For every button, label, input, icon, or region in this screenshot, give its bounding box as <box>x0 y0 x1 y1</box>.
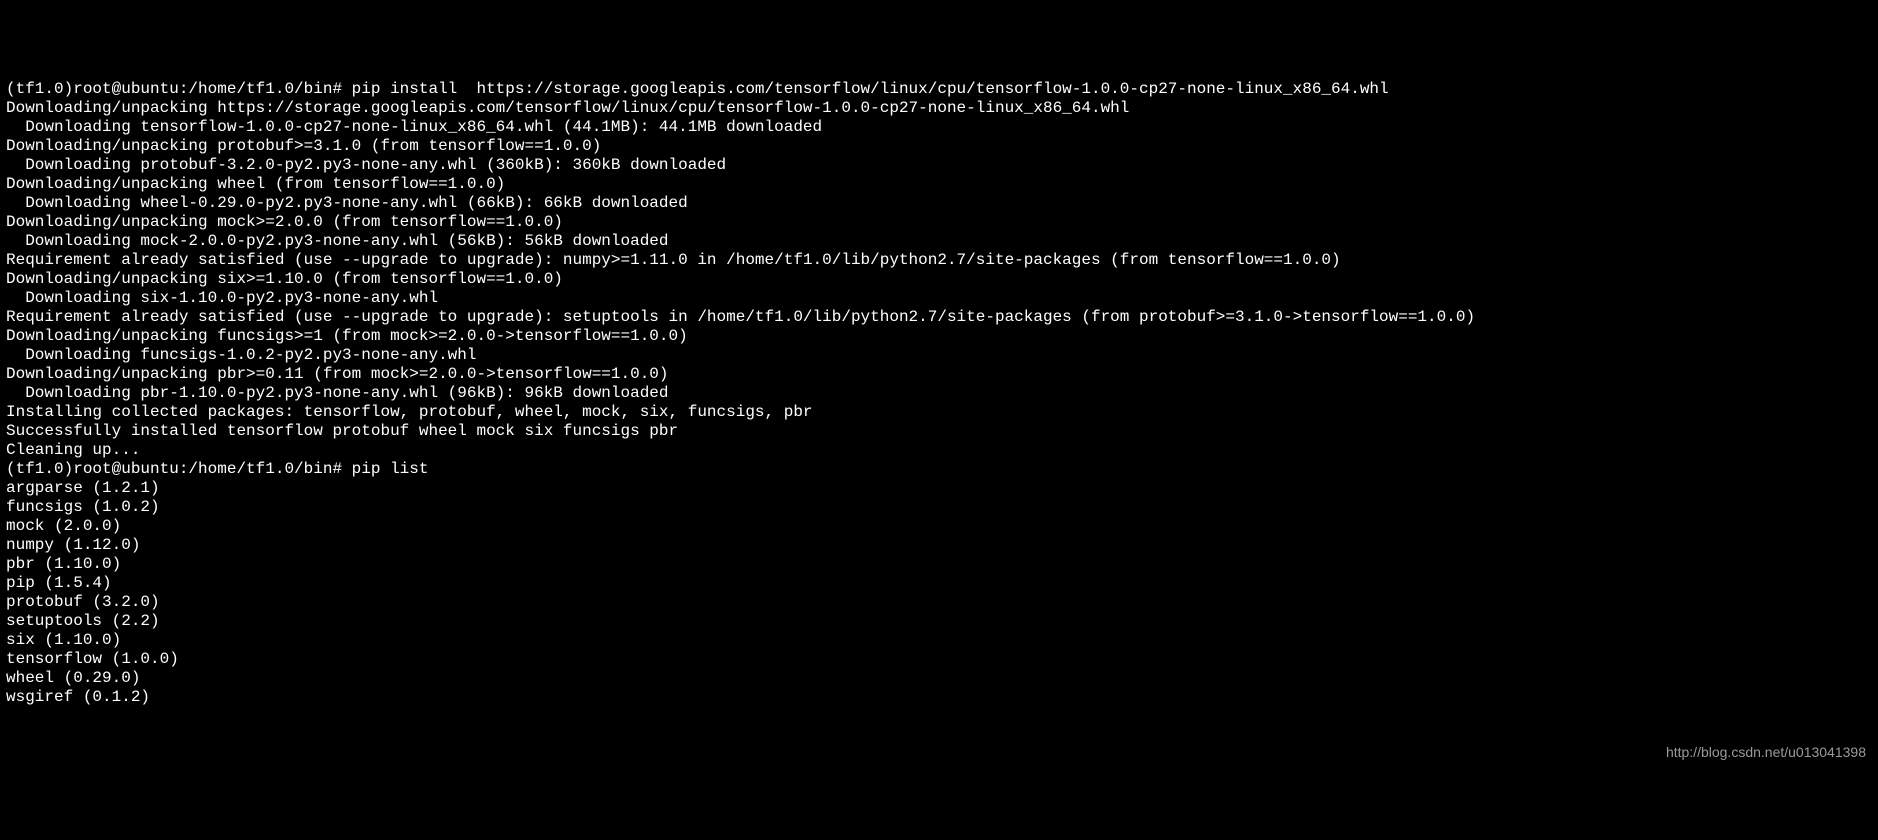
terminal-line: Downloading/unpacking wheel (from tensor… <box>6 175 1872 194</box>
terminal-line: setuptools (2.2) <box>6 612 1872 631</box>
terminal-line: Downloading mock-2.0.0-py2.py3-none-any.… <box>6 232 1872 251</box>
terminal-line: mock (2.0.0) <box>6 517 1872 536</box>
terminal-line: Downloading/unpacking protobuf>=3.1.0 (f… <box>6 137 1872 156</box>
terminal-line: numpy (1.12.0) <box>6 536 1872 555</box>
terminal-line: Downloading funcsigs-1.0.2-py2.py3-none-… <box>6 346 1872 365</box>
terminal-line: Downloading tensorflow-1.0.0-cp27-none-l… <box>6 118 1872 137</box>
terminal-line: funcsigs (1.0.2) <box>6 498 1872 517</box>
terminal-line: Successfully installed tensorflow protob… <box>6 422 1872 441</box>
terminal-line: Requirement already satisfied (use --upg… <box>6 251 1872 270</box>
terminal-line: Downloading protobuf-3.2.0-py2.py3-none-… <box>6 156 1872 175</box>
terminal-line: wheel (0.29.0) <box>6 669 1872 688</box>
terminal-line: pbr (1.10.0) <box>6 555 1872 574</box>
terminal-line: Cleaning up... <box>6 441 1872 460</box>
terminal-line: Downloading/unpacking https://storage.go… <box>6 99 1872 118</box>
terminal-line: (tf1.0)root@ubuntu:/home/tf1.0/bin# pip … <box>6 80 1872 99</box>
terminal-line: wsgiref (0.1.2) <box>6 688 1872 707</box>
terminal-line: Downloading/unpacking mock>=2.0.0 (from … <box>6 213 1872 232</box>
terminal-line: Downloading/unpacking six>=1.10.0 (from … <box>6 270 1872 289</box>
terminal-line: six (1.10.0) <box>6 631 1872 650</box>
terminal-line: Downloading wheel-0.29.0-py2.py3-none-an… <box>6 194 1872 213</box>
terminal-output[interactable]: (tf1.0)root@ubuntu:/home/tf1.0/bin# pip … <box>6 80 1872 707</box>
terminal-line: Downloading six-1.10.0-py2.py3-none-any.… <box>6 289 1872 308</box>
terminal-line: Installing collected packages: tensorflo… <box>6 403 1872 422</box>
terminal-line: tensorflow (1.0.0) <box>6 650 1872 669</box>
terminal-line: Requirement already satisfied (use --upg… <box>6 308 1872 327</box>
terminal-line: pip (1.5.4) <box>6 574 1872 593</box>
terminal-line: (tf1.0)root@ubuntu:/home/tf1.0/bin# pip … <box>6 460 1872 479</box>
terminal-line: protobuf (3.2.0) <box>6 593 1872 612</box>
watermark-text: http://blog.csdn.net/u013041398 <box>1666 743 1866 762</box>
terminal-line: Downloading pbr-1.10.0-py2.py3-none-any.… <box>6 384 1872 403</box>
terminal-line: argparse (1.2.1) <box>6 479 1872 498</box>
terminal-line: Downloading/unpacking pbr>=0.11 (from mo… <box>6 365 1872 384</box>
terminal-line: Downloading/unpacking funcsigs>=1 (from … <box>6 327 1872 346</box>
